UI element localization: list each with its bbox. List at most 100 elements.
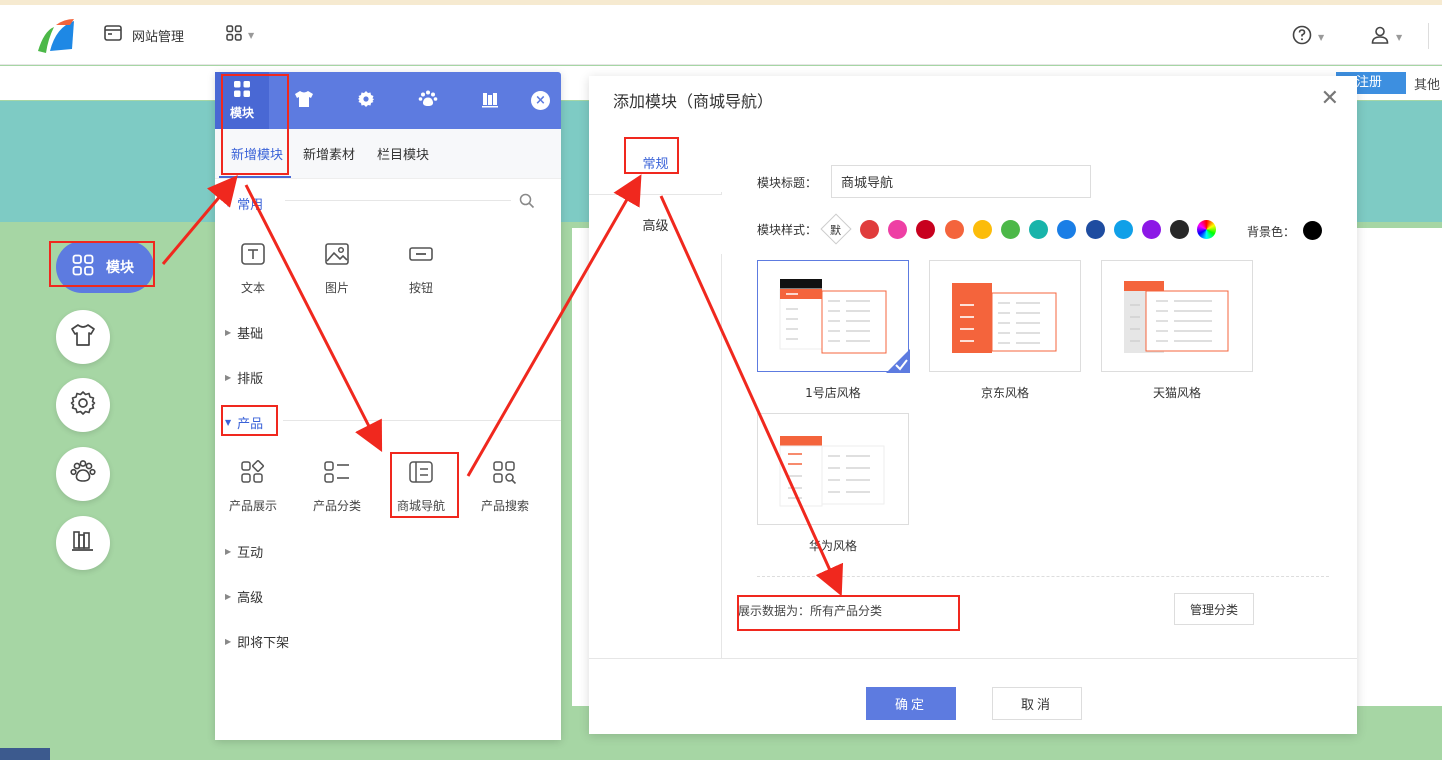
color-swatch[interactable] bbox=[1142, 220, 1161, 239]
section-retiring[interactable]: ▶ 即将下架 bbox=[225, 632, 289, 651]
shirt-icon bbox=[294, 90, 314, 111]
caret-right-icon: ▶ bbox=[225, 592, 232, 601]
subtab-column-module[interactable]: 栏目模块 bbox=[377, 144, 429, 163]
user-menu-button[interactable]: ▼ bbox=[1370, 25, 1402, 49]
dialog-title: 添加模块（商城导航） bbox=[613, 92, 774, 111]
section-advanced[interactable]: ▶ 高级 bbox=[225, 587, 263, 606]
panel-tab-library[interactable] bbox=[463, 72, 517, 129]
annotation-box-dock-module bbox=[49, 241, 155, 287]
module-item-image[interactable]: 图片 bbox=[302, 242, 372, 296]
section-common[interactable]: ▼ 常用 bbox=[225, 194, 263, 213]
module-item-button[interactable]: 按钮 bbox=[386, 242, 456, 296]
subtab-new-material[interactable]: 新增素材 bbox=[303, 144, 355, 163]
module-item-image-label: 图片 bbox=[324, 281, 349, 295]
annotation-box-general-tab bbox=[624, 137, 679, 174]
style-card-yhd[interactable] bbox=[757, 260, 910, 373]
module-item-product-display[interactable]: 产品展示 bbox=[218, 460, 288, 514]
list-category-icon bbox=[323, 460, 351, 487]
caret-right-icon: ▶ bbox=[225, 547, 232, 556]
top-bar: 网站管理 ▼ ▼ ▼ bbox=[0, 5, 1442, 65]
chevron-down-icon: ▼ bbox=[248, 30, 255, 40]
color-swatch[interactable] bbox=[860, 220, 879, 239]
manage-category-button[interactable]: 管理分类 bbox=[1174, 593, 1254, 625]
button-icon bbox=[408, 242, 434, 269]
image-icon bbox=[324, 242, 350, 269]
window-icon bbox=[104, 25, 122, 45]
chevron-down-icon: ▼ bbox=[1396, 32, 1403, 42]
bg-color-swatch[interactable] bbox=[1303, 221, 1322, 240]
style-card-jd[interactable] bbox=[929, 260, 1081, 372]
books-icon bbox=[71, 529, 95, 557]
color-swatch[interactable] bbox=[972, 220, 992, 239]
color-swatch[interactable] bbox=[1001, 220, 1020, 239]
style-name-jd: 京东风格 bbox=[980, 386, 1029, 400]
dock-library-button[interactable] bbox=[56, 516, 110, 570]
style-card-tmall[interactable] bbox=[1101, 260, 1253, 372]
caret-right-icon: ▶ bbox=[225, 373, 232, 382]
color-swatch[interactable] bbox=[1170, 220, 1190, 239]
section-basic[interactable]: ▶ 基础 bbox=[225, 323, 263, 342]
dialog-tab-advanced[interactable]: 高级 bbox=[589, 194, 722, 254]
style-card-huawei[interactable] bbox=[757, 413, 909, 525]
dialog-tab-column: 常规 高级 bbox=[589, 132, 722, 658]
product-search-icon bbox=[492, 460, 518, 487]
custom-color-swatch[interactable] bbox=[1197, 220, 1216, 239]
color-swatch[interactable] bbox=[916, 220, 936, 239]
module-item-product-search[interactable]: 产品搜索 bbox=[470, 460, 540, 514]
divider bbox=[285, 200, 511, 201]
dock-settings-button[interactable] bbox=[56, 378, 110, 432]
grid-apps-icon bbox=[226, 25, 242, 45]
annotation-box-section-product bbox=[221, 405, 278, 436]
help-circle-icon bbox=[1292, 25, 1312, 49]
panel-tab-plugin[interactable] bbox=[401, 72, 455, 129]
confirm-button[interactable]: 确定 bbox=[866, 687, 956, 720]
section-layout-label: 排版 bbox=[237, 372, 264, 387]
paw-icon bbox=[70, 460, 96, 488]
section-layout[interactable]: ▶ 排版 bbox=[225, 368, 263, 387]
style-name-huawei: 华为风格 bbox=[808, 539, 857, 553]
text-icon bbox=[240, 242, 266, 269]
section-retiring-label: 即将下架 bbox=[237, 636, 290, 651]
panel-tab-settings[interactable] bbox=[339, 72, 393, 129]
help-button[interactable]: ▼ bbox=[1292, 25, 1324, 49]
shirt-icon bbox=[70, 323, 96, 351]
divider bbox=[757, 576, 1329, 577]
module-item-product-category[interactable]: 产品分类 bbox=[302, 460, 372, 514]
books-icon bbox=[481, 90, 499, 111]
module-style-label: 模块样式： bbox=[757, 223, 818, 237]
dock-theme-button[interactable] bbox=[56, 310, 110, 364]
color-swatch[interactable] bbox=[1029, 220, 1049, 239]
section-interactive[interactable]: ▶ 互动 bbox=[225, 542, 263, 561]
annotation-box-mall-nav bbox=[390, 452, 459, 518]
style-name-yhd: 1号店风格 bbox=[805, 386, 861, 400]
annotation-box-panel-module-tab bbox=[221, 74, 289, 175]
color-swatch[interactable] bbox=[1057, 220, 1077, 239]
panel-close-button[interactable]: × bbox=[531, 91, 550, 110]
module-title-input[interactable] bbox=[831, 165, 1091, 198]
module-item-button-label: 按钮 bbox=[408, 281, 433, 295]
color-swatch[interactable] bbox=[888, 220, 908, 239]
module-title-label: 模块标题： bbox=[757, 176, 818, 190]
section-advanced-label: 高级 bbox=[237, 591, 264, 606]
module-item-product-search-label: 产品搜索 bbox=[480, 499, 529, 513]
site-management-button[interactable]: 网站管理 bbox=[104, 25, 184, 45]
other-link[interactable]: 其他 bbox=[1414, 74, 1440, 93]
apps-menu-button[interactable]: ▼ bbox=[226, 25, 254, 45]
section-interactive-label: 互动 bbox=[237, 546, 264, 561]
color-swatch[interactable] bbox=[944, 220, 964, 239]
search-icon[interactable] bbox=[519, 193, 535, 213]
module-item-product-category-label: 产品分类 bbox=[312, 499, 361, 513]
paw-icon bbox=[418, 90, 438, 111]
logo-sail-icon[interactable] bbox=[36, 17, 76, 57]
caret-right-icon: ▶ bbox=[225, 637, 232, 646]
color-swatch[interactable] bbox=[1085, 220, 1105, 239]
module-item-product-display-label: 产品展示 bbox=[228, 499, 277, 513]
color-swatch[interactable] bbox=[1113, 220, 1133, 239]
product-display-icon bbox=[240, 460, 266, 487]
cancel-button[interactable]: 取消 bbox=[992, 687, 1082, 720]
dock-plugin-button[interactable] bbox=[56, 447, 110, 501]
close-icon[interactable]: ✕ bbox=[1321, 86, 1339, 111]
module-item-text[interactable]: 文本 bbox=[218, 242, 288, 296]
bg-color-label: 背景色： bbox=[1247, 225, 1296, 239]
subtab-underline bbox=[219, 176, 291, 178]
